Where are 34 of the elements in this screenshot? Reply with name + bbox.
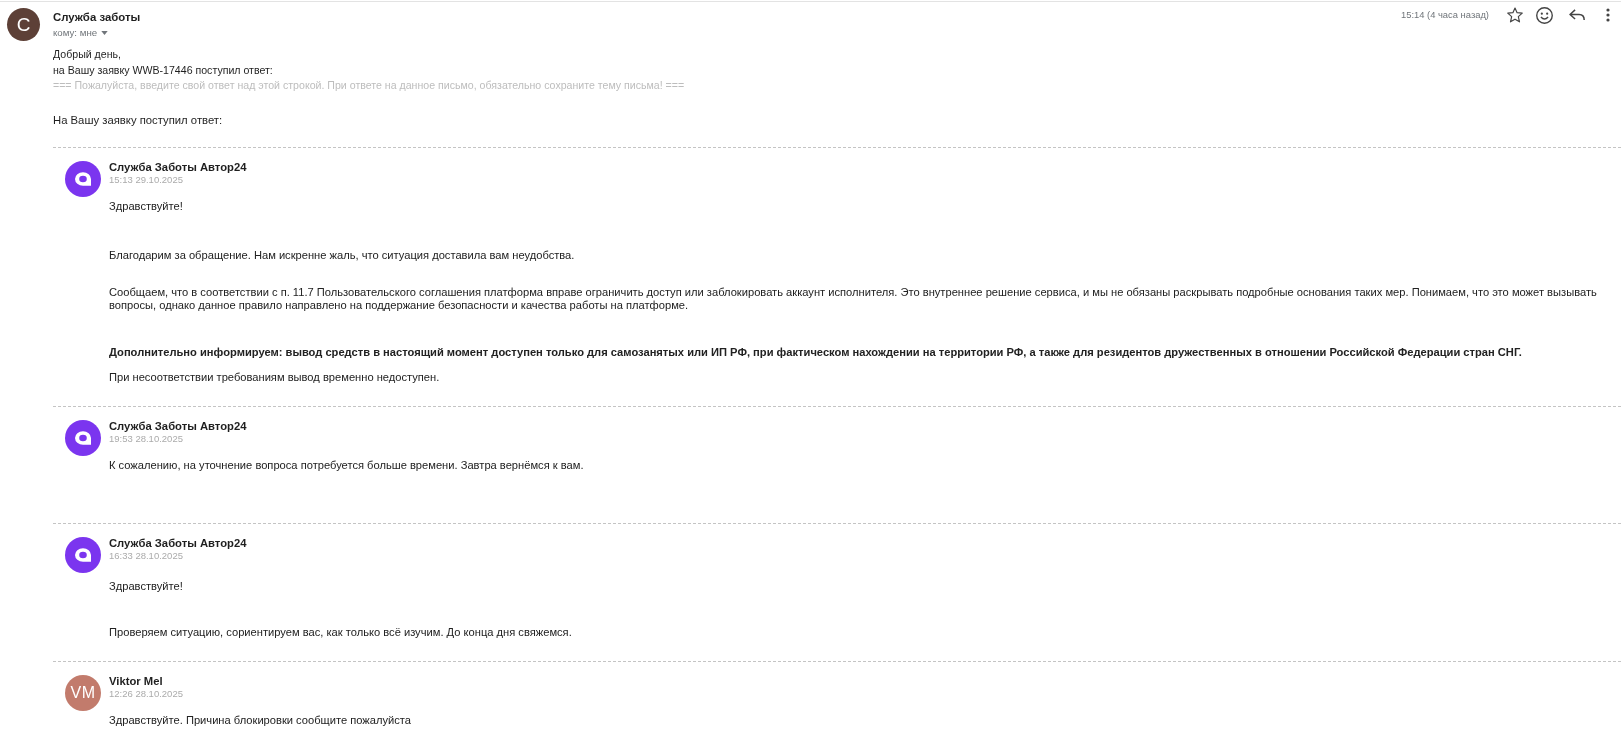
- message-paragraph: Здравствуйте. Причина блокировки сообщите пожалуйста: [109, 713, 413, 727]
- request-line-text: на Вашу заявку WWB-17446 поступил ответ:: [53, 62, 274, 78]
- author-name: Служба Заботы Автор24: [109, 160, 248, 174]
- logo-avatar-icon: [65, 160, 101, 197]
- author-name: Служба Заботы Автор24: [109, 536, 248, 550]
- intro-text: На Вашу заявку поступил ответ:: [53, 112, 224, 128]
- caret-icon: [101, 31, 109, 35]
- message-time: 19:53 28.10.2025: [109, 432, 184, 445]
- greeting-text: Добрый день,: [53, 47, 122, 62]
- sender-avatar: С: [7, 8, 40, 41]
- message-time: 16:33 28.10.2025: [109, 549, 184, 562]
- message-paragraph: Благодарим за обращение. Нам искренне жаль, что ситуация доставила вам неудобства.: [109, 248, 576, 262]
- message-paragraph: При несоответствии требованиям вывод временно недоступен.: [109, 370, 441, 384]
- logo-avatar-icon: [65, 419, 101, 456]
- message-paragraph: Здравствуйте!: [109, 199, 184, 213]
- message-paragraph: Здравствуйте!: [109, 579, 184, 593]
- message-time: 12:26 28.10.2025: [109, 687, 184, 700]
- message-paragraph: К сожалению, на уточнение вопроса потребуется больше времени. Завтра вернёмся к вам.: [109, 458, 585, 472]
- reply-arrow-icon[interactable]: [1569, 9, 1585, 21]
- kebab-menu-icon[interactable]: [1606, 8, 1610, 22]
- author-name: Служба Заботы Автор24: [109, 419, 248, 433]
- author-name: Viktor Mel: [109, 674, 164, 688]
- star-icon[interactable]: [1507, 7, 1523, 23]
- logo-avatar-icon: [65, 536, 101, 573]
- message-paragraph: Сообщаем, что в соответствии с п. 11.7 Пользовательского соглашения платформа вправе ограничить доступ или заблокировать аккаунт исполнителя. Это внутреннее решение сервиса, и мы не обязаны раскрывать подробные основания таких мер. Понимаем, что это может вызывать вопросы, однако данное правило направлено на поддержание безопасности и качества работы на платформе.: [109, 285, 1598, 312]
- message-paragraph: Дополнительно информируем: вывод средств в настоящий момент доступен только для самозанятых или ИП РФ, при фактическом нахождении на территории РФ, а также для резидентов дружественных в отношении Российской Федерации стран СНГ.: [109, 345, 1523, 359]
- reply-marker-text: === Пожалуйста, введите свой ответ над этой строкой. При ответе на данное письмо, обязательно сохраните тему письма! ===: [53, 78, 686, 93]
- received-time: 15:14 (4 часа назад): [1401, 7, 1489, 22]
- smiley-icon[interactable]: [1536, 6, 1553, 24]
- message-time: 15:13 29.10.2025: [109, 173, 184, 186]
- message-paragraph: Проверяем ситуацию, сориентируем вас, как только всё изучим. До конца дня свяжемся.: [109, 625, 573, 639]
- sender-name: Служба заботы: [53, 10, 141, 25]
- recipient-toggle[interactable]: кому: мне: [53, 26, 109, 40]
- initials-avatar: VM: [65, 674, 101, 711]
